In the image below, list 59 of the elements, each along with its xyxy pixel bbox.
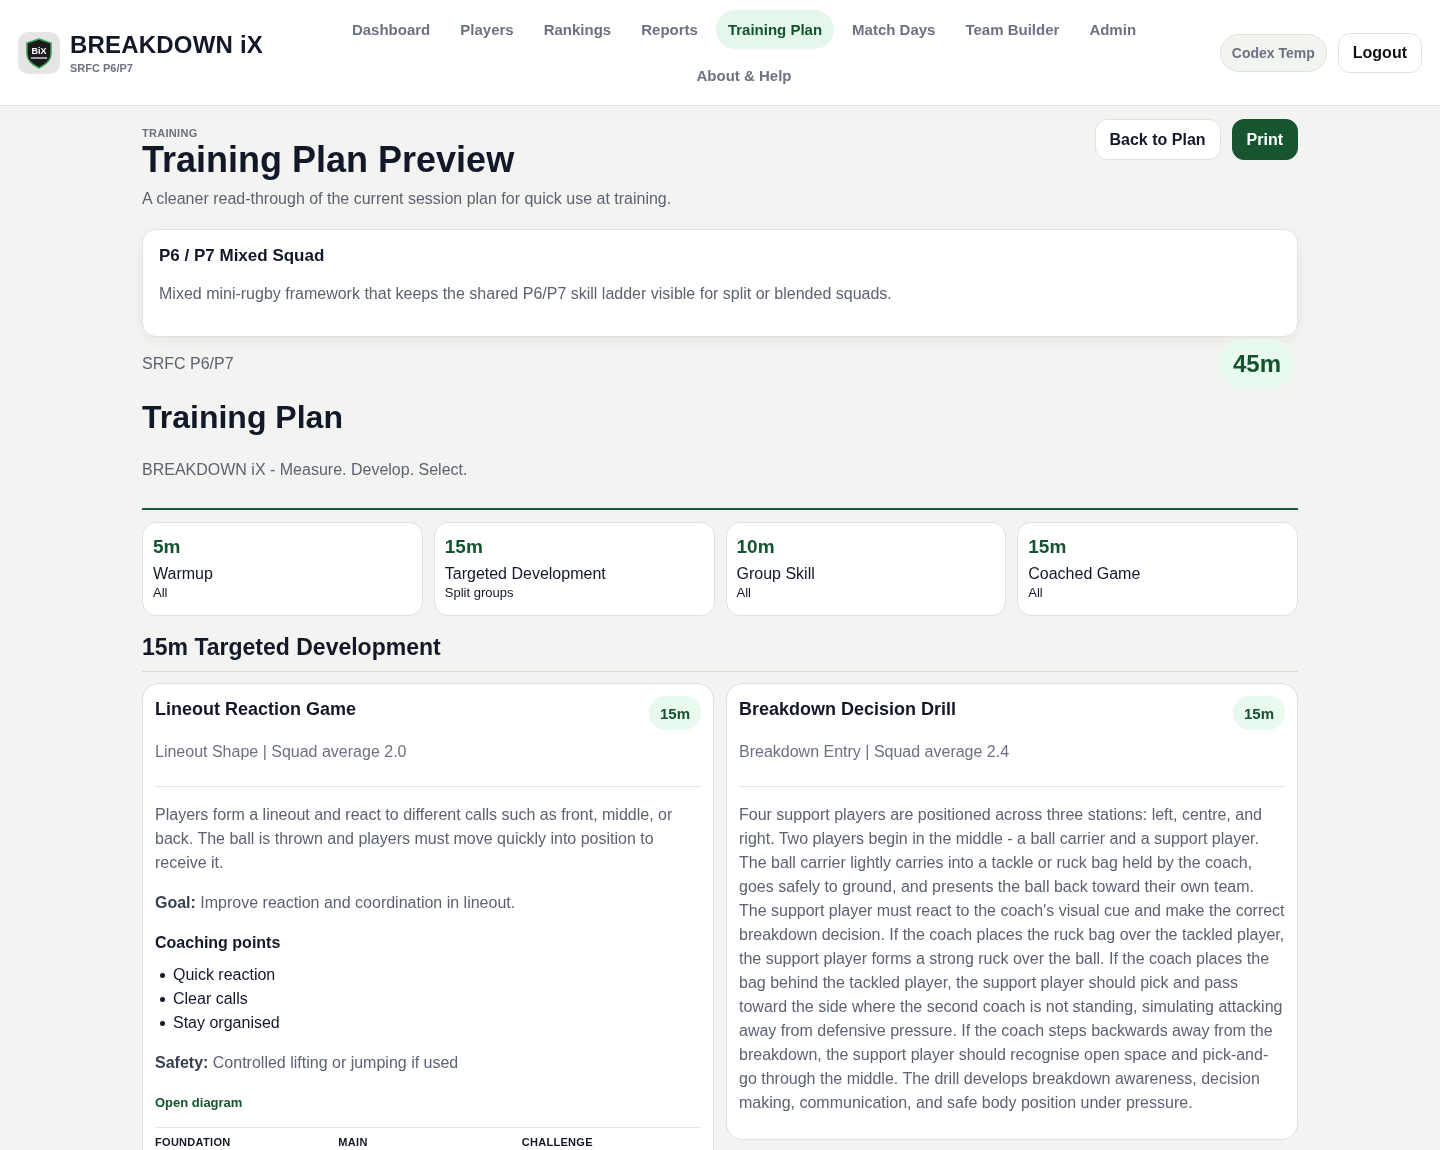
coaching-point: Quick reaction xyxy=(173,965,276,985)
print-button[interactable]: Print xyxy=(1231,119,1298,160)
drill-meta: Breakdown Entry | Squad average 2.4 xyxy=(739,742,1011,762)
section-title: 15m Targeted Development xyxy=(142,633,442,661)
plan-title: Training Plan xyxy=(142,398,344,437)
tier-heading: MAIN xyxy=(338,1136,369,1149)
nav-item[interactable]: About & Help xyxy=(684,56,804,95)
drill-meta: Lineout Shape | Squad average 2.0 xyxy=(155,742,408,762)
page-eyebrow: TRAINING xyxy=(142,126,199,140)
bullet-icon xyxy=(160,996,165,1002)
nav-item[interactable]: Rankings xyxy=(531,10,624,49)
nav-item[interactable]: Admin xyxy=(1077,10,1149,49)
block-name: Group Skill xyxy=(736,564,816,584)
duration-badge: 15m xyxy=(1232,696,1285,730)
coaching-points-heading: Coaching points xyxy=(155,933,282,953)
brand-subtitle: SRFC P6/P7 xyxy=(70,61,134,75)
nav-item[interactable]: Players xyxy=(448,10,526,49)
plan-tagline: BREAKDOWN iX - Measure. Develop. Select. xyxy=(142,460,469,480)
block-duration: 15m xyxy=(444,535,484,559)
coaching-point: Clear calls xyxy=(173,989,248,1009)
drill-goal: Goal: Improve reaction and coordination in lineout. xyxy=(155,893,517,913)
block-name: Warmup xyxy=(153,564,214,584)
page-subtitle: A cleaner read-through of the current session plan for quick use at training. xyxy=(142,189,672,209)
block-group: All xyxy=(153,585,412,601)
block-group: All xyxy=(736,585,996,601)
back-button[interactable]: Back to Plan xyxy=(1094,119,1221,160)
block-name: Coached Game xyxy=(1028,564,1142,584)
brand-name: BREAKDOWN iX xyxy=(70,31,264,59)
nav-item[interactable]: Match Days xyxy=(840,10,948,49)
drill-description: Four support players are positioned across three stations: left, centre, and right. Two players begin in the middle - a ball carrier and a support player. The ball carrier lightly carries into a tackle or ruck bag held by the coach, goes safely to ground, and presents the ball back toward their own team. The support player must react to the coach's visual cue and make the correct breakdown decision. If the coach places the ruck bag over the tackled player, the support player forms a strong ruck over the ball. If the coach places the bag behind the tackled player, the support player should pick and pass toward the side where the second coach is not standing, simulating attacking away from defensive pressure. If the coach steps backwards away from the breakdown, the support player should recognise open space and pick-and-go through the middle. The drill develops breakdown awareness, decision making, communication, and safe body position under pressure. xyxy=(739,805,1285,1113)
bullet-icon xyxy=(160,1020,165,1026)
bullet-icon xyxy=(160,972,165,978)
block-duration: 10m xyxy=(736,535,776,559)
team-name: SRFC P6/P7 xyxy=(142,354,234,374)
drill-safety: Safety: Controlled lifting or jumping if used xyxy=(155,1053,460,1073)
page-title: Training Plan Preview xyxy=(142,140,516,180)
nav-item[interactable]: Training Plan xyxy=(715,10,835,49)
shield-logo: BiX xyxy=(18,32,60,74)
user-chip: Codex Temp xyxy=(1219,34,1327,72)
tier-heading: FOUNDATION xyxy=(155,1136,232,1149)
total-duration: 45m xyxy=(1218,339,1295,389)
drill-title: Breakdown Decision Drill xyxy=(739,698,957,721)
open-diagram-link[interactable]: Open diagram xyxy=(155,1095,243,1111)
block-name: Targeted Development xyxy=(444,564,607,584)
nav-item[interactable]: Dashboard xyxy=(339,10,443,49)
block-duration: 15m xyxy=(1028,535,1068,559)
nav-item[interactable]: Team Builder xyxy=(953,10,1072,49)
block-group: All xyxy=(1028,585,1287,601)
tier-heading: CHALLENGE xyxy=(521,1136,594,1149)
duration-badge: 15m xyxy=(648,696,701,730)
drill-description: Players form a lineout and react to different calls such as front, middle, or back. The ball is thrown and players must move quickly into position to receive it. xyxy=(155,805,674,873)
squad-description: Mixed mini-rugby framework that keeps the shared P6/P7 skill ladder visible for split or blended squads. xyxy=(159,284,893,304)
drill-title: Lineout Reaction Game xyxy=(155,698,357,721)
logout-button[interactable]: Logout xyxy=(1337,33,1422,73)
coaching-point: Stay organised xyxy=(173,1013,280,1033)
squad-title: P6 / P7 Mixed Squad xyxy=(159,245,326,267)
block-group: Split groups xyxy=(444,585,704,601)
nav-item[interactable]: Reports xyxy=(629,10,710,49)
block-duration: 5m xyxy=(153,535,182,559)
